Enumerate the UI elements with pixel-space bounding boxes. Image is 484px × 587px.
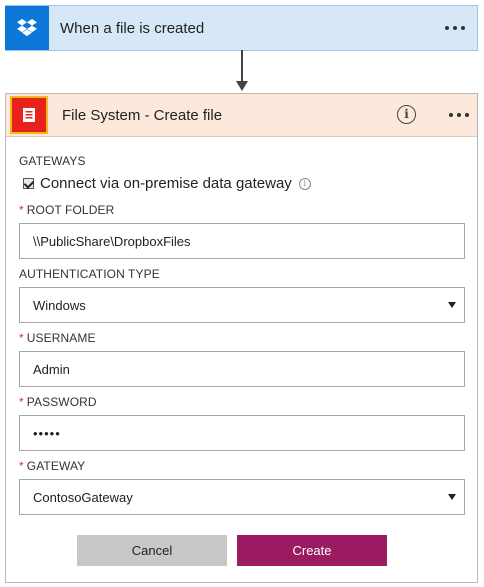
auth-type-select[interactable]: Windows <box>19 287 465 323</box>
trigger-more-icon[interactable] <box>445 26 465 30</box>
action-more-icon[interactable] <box>449 113 469 117</box>
trigger-card[interactable]: When a file is created <box>5 5 478 51</box>
auth-type-value: Windows <box>33 297 86 313</box>
username-label: * USERNAME <box>19 331 96 345</box>
password-label: * PASSWORD <box>19 395 97 409</box>
dropdown-caret-icon <box>448 494 456 500</box>
gateway-checkbox[interactable] <box>23 178 34 189</box>
action-title: File System - Create file <box>62 106 223 124</box>
gateway-checkbox-row[interactable]: Connect via on-premise data gateway i <box>19 175 465 192</box>
gateways-label: GATEWAYS <box>19 154 86 168</box>
dropbox-icon <box>5 6 49 50</box>
connector-arrow-icon <box>236 50 248 91</box>
cancel-button[interactable]: Cancel <box>77 535 227 566</box>
auth-type-label: AUTHENTICATION TYPE <box>19 267 160 281</box>
gateway-label: * GATEWAY <box>19 459 86 473</box>
file-system-icon <box>10 96 48 134</box>
dropdown-caret-icon <box>448 302 456 308</box>
gateway-value: ContosoGateway <box>33 489 133 505</box>
gateway-info-icon[interactable]: i <box>298 177 311 190</box>
info-icon[interactable]: i <box>397 105 416 124</box>
username-input[interactable]: Admin <box>19 351 465 387</box>
action-header[interactable]: File System - Create file i <box>6 94 477 137</box>
trigger-title: When a file is created <box>60 19 205 37</box>
gateway-checkbox-label: Connect via on-premise data gateway <box>40 175 292 192</box>
root-folder-input[interactable]: \\PublicShare\DropboxFiles <box>19 223 465 259</box>
gateway-select[interactable]: ContosoGateway <box>19 479 465 515</box>
create-button[interactable]: Create <box>237 535 387 566</box>
form-actions: Cancel Create <box>77 535 387 566</box>
action-card: File System - Create file i GATEWAYS Con… <box>5 93 478 583</box>
password-input[interactable]: ••••• <box>19 415 465 451</box>
root-folder-label: * ROOT FOLDER <box>19 203 115 217</box>
